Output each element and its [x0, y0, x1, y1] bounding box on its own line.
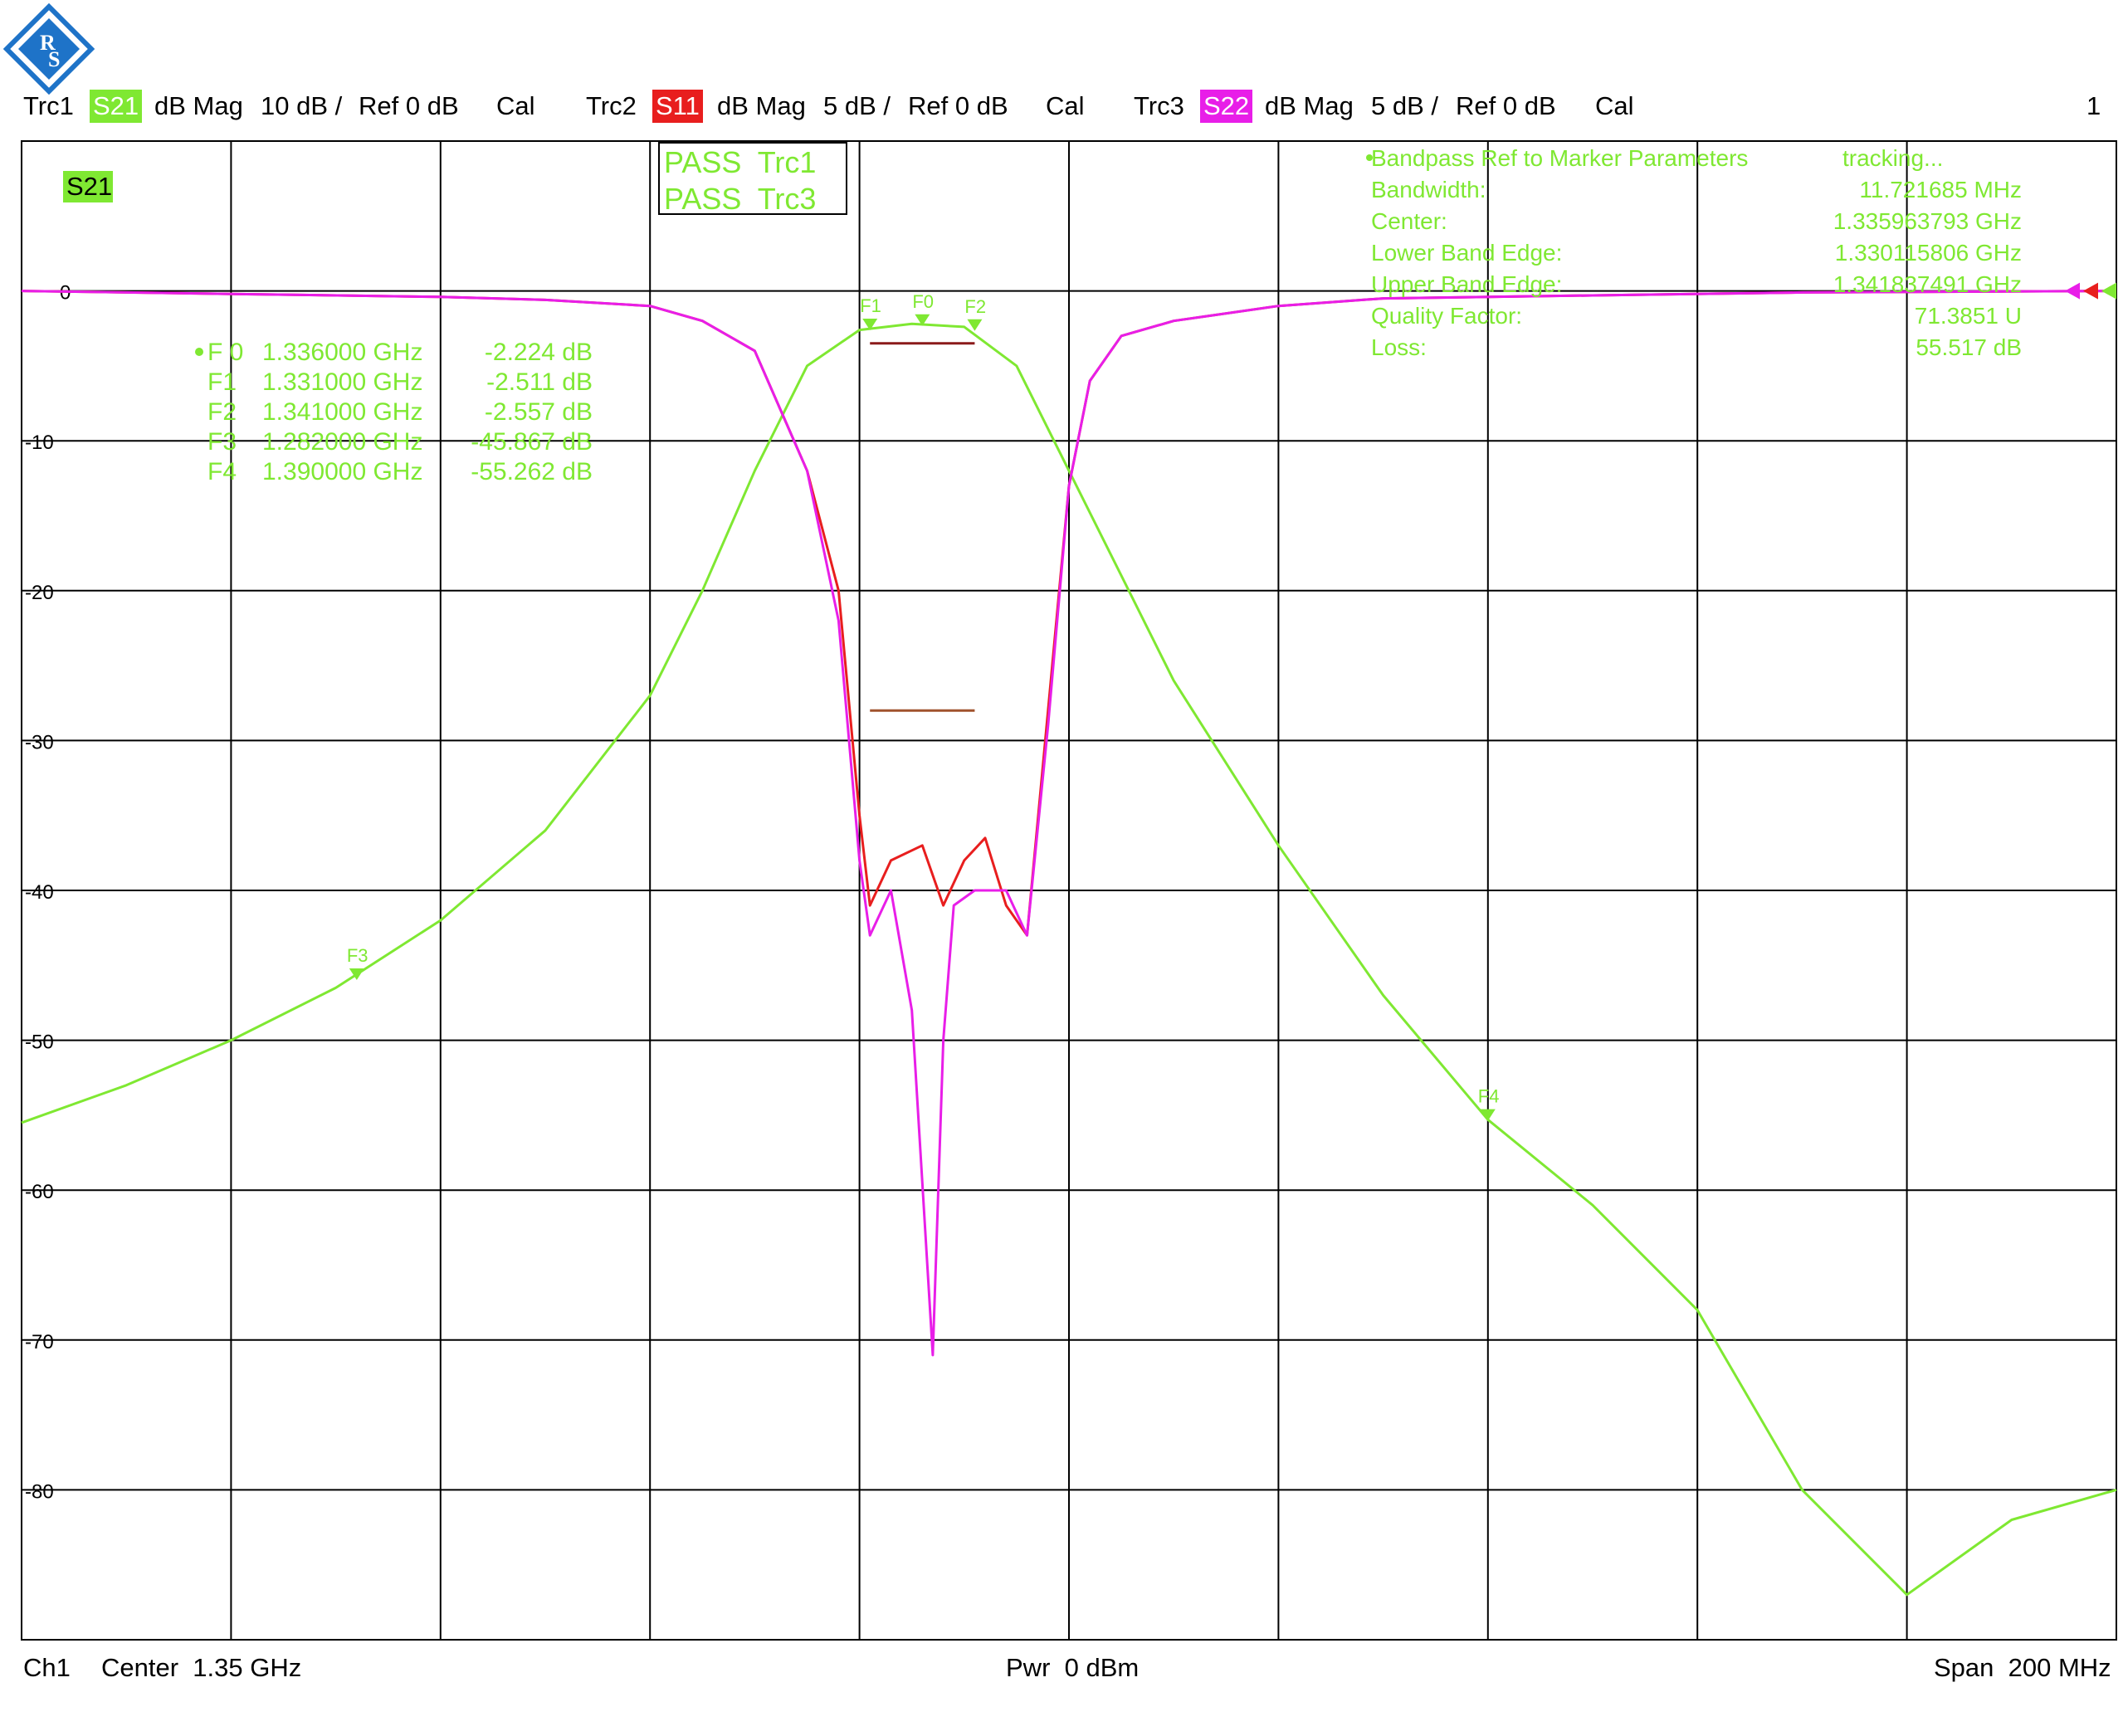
bandpass-title: Bandpass Ref to Marker Parameters	[1371, 145, 1748, 171]
y-axis-ticks: 0 -10 -20 -30 -40 -50 -60 -70 -80	[25, 282, 71, 1504]
reference-arrow-s21	[2101, 282, 2116, 300]
bandpass-row-value: 11.721685 MHz	[1859, 177, 2022, 202]
marker-table-name: F1	[207, 368, 237, 396]
bandpass-bullet	[1366, 154, 1373, 161]
span-value[interactable]: Span 200 MHz	[1934, 1651, 2111, 1685]
marker-table-value: -2.224 dB	[485, 339, 593, 366]
y-tick-label: -50	[25, 1031, 54, 1054]
reference-arrow-s11	[2083, 282, 2098, 300]
y-tick-label: -70	[25, 1331, 54, 1353]
marker-table-value: -55.262 dB	[471, 458, 593, 485]
marker-table-value: -2.511 dB	[486, 368, 593, 396]
marker-table-frequency: 1.341000 GHz	[262, 398, 422, 426]
bandpass-row-label: Quality Factor:	[1371, 303, 1522, 329]
channel-label[interactable]: Ch1	[23, 1651, 71, 1685]
marker-table-frequency: 1.282000 GHz	[262, 428, 422, 456]
bandpass-row-label: Center:	[1371, 208, 1447, 234]
marker-table-name: F2	[207, 398, 237, 426]
bandpass-row-label: Bandwidth:	[1371, 177, 1486, 202]
marker-label-f1: F1	[860, 295, 881, 316]
marker-table-name: F4	[207, 458, 237, 485]
bandpass-row-value: 71.3851 U	[1915, 303, 2022, 329]
marker-table-frequency: 1.336000 GHz	[262, 339, 422, 366]
y-tick-label: -40	[25, 881, 54, 904]
bandpass-row-value: 1.335963793 GHz	[1833, 208, 2022, 234]
reference-arrow-s22	[2065, 282, 2080, 300]
y-tick-label: -60	[25, 1181, 54, 1203]
bandpass-info-panel: Bandpass Ref to Marker Parameters tracki…	[1366, 145, 2022, 360]
power-level[interactable]: Pwr 0 dBm	[1006, 1651, 1139, 1685]
y-tick-label: -10	[25, 432, 54, 454]
marker-table-frequency: 1.331000 GHz	[262, 368, 422, 396]
marker-table-name: F3	[207, 428, 237, 456]
bandpass-row-value: 1.341837491 GHz	[1833, 271, 2022, 297]
y-tick-label: -30	[25, 731, 54, 753]
limit-lines	[870, 342, 975, 712]
y-tick-label: 0	[60, 282, 71, 305]
marker-table-value: -45.867 dB	[471, 428, 593, 456]
bandpass-row-label: Lower Band Edge:	[1371, 240, 1562, 266]
chart-area: 0-10-20-30-40-50-60-70-80 F0F1 F2F3F4 S21…	[21, 140, 2117, 1641]
bandpass-row-label: Upper Band Edge:	[1371, 271, 1562, 297]
limit-pass-trc1: PASS Trc1	[664, 145, 816, 179]
marker-label-f0: F0	[912, 291, 934, 312]
y-tick-label: -80	[25, 1480, 54, 1503]
active-marker-dot	[195, 348, 203, 356]
marker-table-value: -2.557 dB	[485, 398, 593, 426]
marker-table-frequency: 1.390000 GHz	[262, 458, 422, 485]
trace-label[interactable]: S21	[66, 172, 112, 201]
marker-label-f4: F4	[1478, 1086, 1500, 1107]
marker-table: F 0 1.336000 GHz -2.224 dB F1 1.331000 GHz -2…	[195, 339, 593, 485]
marker-f2[interactable]	[967, 319, 983, 331]
bandpass-status: tracking...	[1842, 145, 1943, 171]
center-frequency[interactable]: Center 1.35 GHz	[101, 1651, 301, 1685]
bandpass-row-value: 1.330115806 GHz	[1835, 240, 2022, 266]
bandpass-row-value: 55.517 dB	[1916, 334, 2022, 360]
reference-arrows	[2065, 282, 2116, 300]
marker-table-name: F 0	[207, 339, 243, 366]
marker-label-f2: F2	[964, 296, 986, 317]
marker-label-f3: F3	[347, 945, 368, 966]
limit-pass-trc3: PASS Trc3	[664, 182, 816, 216]
y-tick-label: -20	[25, 582, 54, 604]
bandpass-row-label: Loss:	[1371, 334, 1427, 360]
